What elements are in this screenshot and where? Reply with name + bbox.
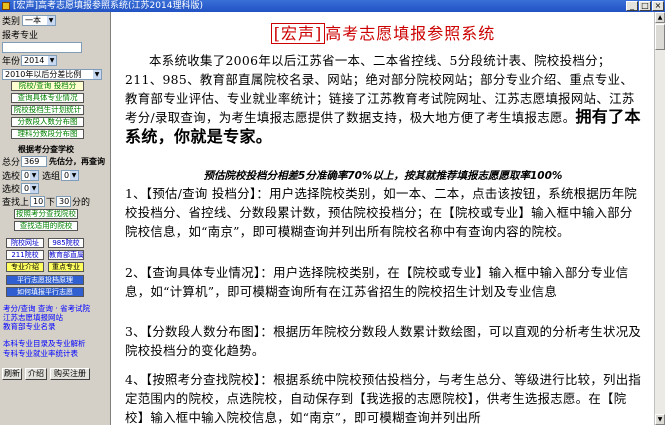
scroll-thumb[interactable]: [655, 24, 665, 50]
parallel-principle-button[interactable]: 平行志愿投档原理: [6, 275, 84, 285]
range-mid-label: 下: [46, 197, 56, 208]
check-value: 0: [24, 183, 30, 193]
tier-label: 选校: [2, 171, 21, 182]
section-1: 1、【预估/查询 投档分】：用户选择院校类别，如一本、二本，点击该按钮，系统根据…: [125, 185, 643, 241]
exam-query-link[interactable]: 考分/查询 查询 · 省考试院: [3, 305, 90, 313]
close-icon[interactable]: ×: [652, 1, 664, 11]
accuracy-line: 预估院校投档分相差5分准确率70%以上，按其就推荐填报志愿愿取率100%: [203, 170, 563, 182]
category-value: 一本: [25, 15, 42, 25]
section-2-text: 2、【查询具体专业情况】：用户选择院校类别，在【院校或专业】输入框中输入部分专业…: [125, 265, 629, 299]
range-unit-label: 分的: [72, 197, 91, 208]
range-label: 查找上: [2, 197, 30, 208]
section-4-text: 4、【按照考分查找院校】：根据系统中院校预估投档分，与考生总分、等级进行比较，列…: [125, 372, 642, 425]
page-title: [宏声] 高考志愿填报参照系统: [111, 20, 654, 44]
intro-text: 本系统收集了2006年以后江苏省一本、二本省控线、5分段统计表、院校投档分；21…: [125, 53, 635, 126]
range-upper-input[interactable]: 10: [30, 195, 46, 207]
category-select[interactable]: 一本 ▼: [22, 14, 57, 26]
vertical-scrollbar[interactable]: ▲ ▼: [654, 12, 665, 425]
intro-paragraph: 本系统收集了2006年以后江苏省一本、二本省控线、5分段统计表、院校投档分；21…: [125, 52, 643, 148]
purchase-register-button[interactable]: 购买注册: [50, 368, 90, 380]
score-label: 总分: [2, 157, 21, 168]
intro-button[interactable]: 介绍: [25, 368, 47, 380]
range-lower-input[interactable]: 30: [56, 195, 72, 207]
key-major-button[interactable]: 重点专业: [48, 262, 84, 272]
science-distribution-button[interactable]: 理科分数段分布图: [11, 129, 84, 139]
chevron-down-icon: ▼: [70, 170, 79, 180]
scroll-down-icon[interactable]: ▼: [655, 414, 665, 425]
estimate-hint: 先估分，再查询: [49, 156, 106, 166]
app-icon: [2, 2, 10, 10]
refresh-button[interactable]: 刷新: [2, 368, 22, 380]
moe-catalog-link[interactable]: 教育部专业名录: [3, 323, 56, 331]
section-1-text: 1、【预估/查询 投档分】：用户选择院校类别，如一本、二本，点击该按钮，系统根据…: [125, 186, 638, 239]
school-website-button[interactable]: 院校网址: [6, 238, 44, 248]
sidebar: 类别 一本 ▼ 报考专业 年份 2014 ▼ 2010年以后分差比例 ▼ 院校/查询 …: [0, 12, 110, 425]
985-schools-button[interactable]: 985院校: [48, 238, 84, 248]
parallel-howto-button[interactable]: 如何填报平行志愿: [6, 287, 84, 297]
major-input[interactable]: [2, 41, 82, 53]
year-value: 2014: [24, 55, 45, 65]
scroll-up-icon[interactable]: ▲: [655, 12, 665, 23]
brand-box: [宏声]: [270, 23, 326, 44]
query-score-button[interactable]: 院校/查询 投档分: [11, 81, 84, 91]
query-major-button[interactable]: 查询具体专业情况: [11, 93, 84, 103]
plan-stats-button[interactable]: 院校投档生计划统计: [11, 105, 84, 115]
ratio-select[interactable]: 2010年以后分差比例 ▼: [2, 68, 102, 80]
year-select[interactable]: 2014 ▼: [21, 54, 58, 66]
chevron-down-icon: ▼: [30, 170, 39, 180]
tier2-value: 0: [64, 170, 70, 180]
tier2-select[interactable]: 0 ▼: [61, 169, 80, 181]
distribution-chart-button[interactable]: 分数段人数分布图: [11, 117, 84, 127]
find-suitable-button[interactable]: 查找适用的院校: [14, 221, 78, 231]
major-catalog-link[interactable]: 本科专业目录及专业解析: [3, 340, 86, 348]
main-content: [宏声] 高考志愿填报参照系统 本系统收集了2006年以后江苏省一本、二本省控线、…: [110, 12, 654, 425]
tier-select[interactable]: 0 ▼: [21, 169, 40, 181]
score-input[interactable]: 369: [21, 155, 48, 167]
maximize-icon[interactable]: □: [639, 1, 651, 11]
chevron-down-icon: ▼: [30, 183, 39, 193]
tier-value: 0: [24, 170, 30, 180]
chevron-down-icon: ▼: [48, 55, 57, 65]
major-intro-button[interactable]: 专业介绍: [6, 262, 44, 272]
section-3: 3、【分数段人数分布图】：根据历年院校分数段人数累计数绘图，可以直观的分析考生状…: [125, 323, 643, 361]
rank-section-title: 根据考分查学校: [18, 144, 74, 154]
window-titlebar: [宏声]高考志愿填报参照系统(江苏2014理科版) _ □ ×: [0, 0, 665, 12]
check-label: 选校: [2, 184, 21, 195]
tier2-label: 选组: [42, 171, 61, 182]
section-4: 4、【按照考分查找院校】：根据系统中院校预估投档分，与考生总分、等级进行比较，列…: [125, 371, 643, 425]
major-label: 报考专业: [2, 30, 39, 41]
jiangsu-site-link[interactable]: 江苏志愿填报网站: [3, 314, 63, 322]
moe-direct-button[interactable]: 教育部直属: [48, 250, 84, 260]
211-schools-button[interactable]: 211院校: [6, 250, 44, 260]
minimize-icon[interactable]: _: [626, 1, 638, 11]
employment-rate-link[interactable]: 专科专业就业率统计表: [3, 350, 78, 358]
year-label: 年份: [2, 56, 21, 67]
title-text: 高考志愿填报参照系统: [325, 24, 496, 43]
chevron-down-icon: ▼: [93, 69, 101, 79]
section-2: 2、【查询具体专业情况】：用户选择院校类别，在【院校或专业】输入框中输入部分专业…: [125, 264, 643, 302]
window-controls: _ □ ×: [626, 1, 664, 11]
section-3-text: 3、【分数段人数分布图】：根据历年院校分数段人数累计数绘图，可以直观的分析考生状…: [125, 324, 642, 358]
chevron-down-icon: ▼: [47, 15, 56, 25]
find-by-score-button[interactable]: 按照考分查找院校: [14, 209, 78, 219]
check-select[interactable]: 0 ▼: [21, 182, 40, 194]
window-title: [宏声]高考志愿填报参照系统(江苏2014理科版): [13, 1, 203, 11]
category-label: 类别: [2, 16, 21, 27]
ratio-value: 2010年以后分差比例: [5, 69, 82, 79]
